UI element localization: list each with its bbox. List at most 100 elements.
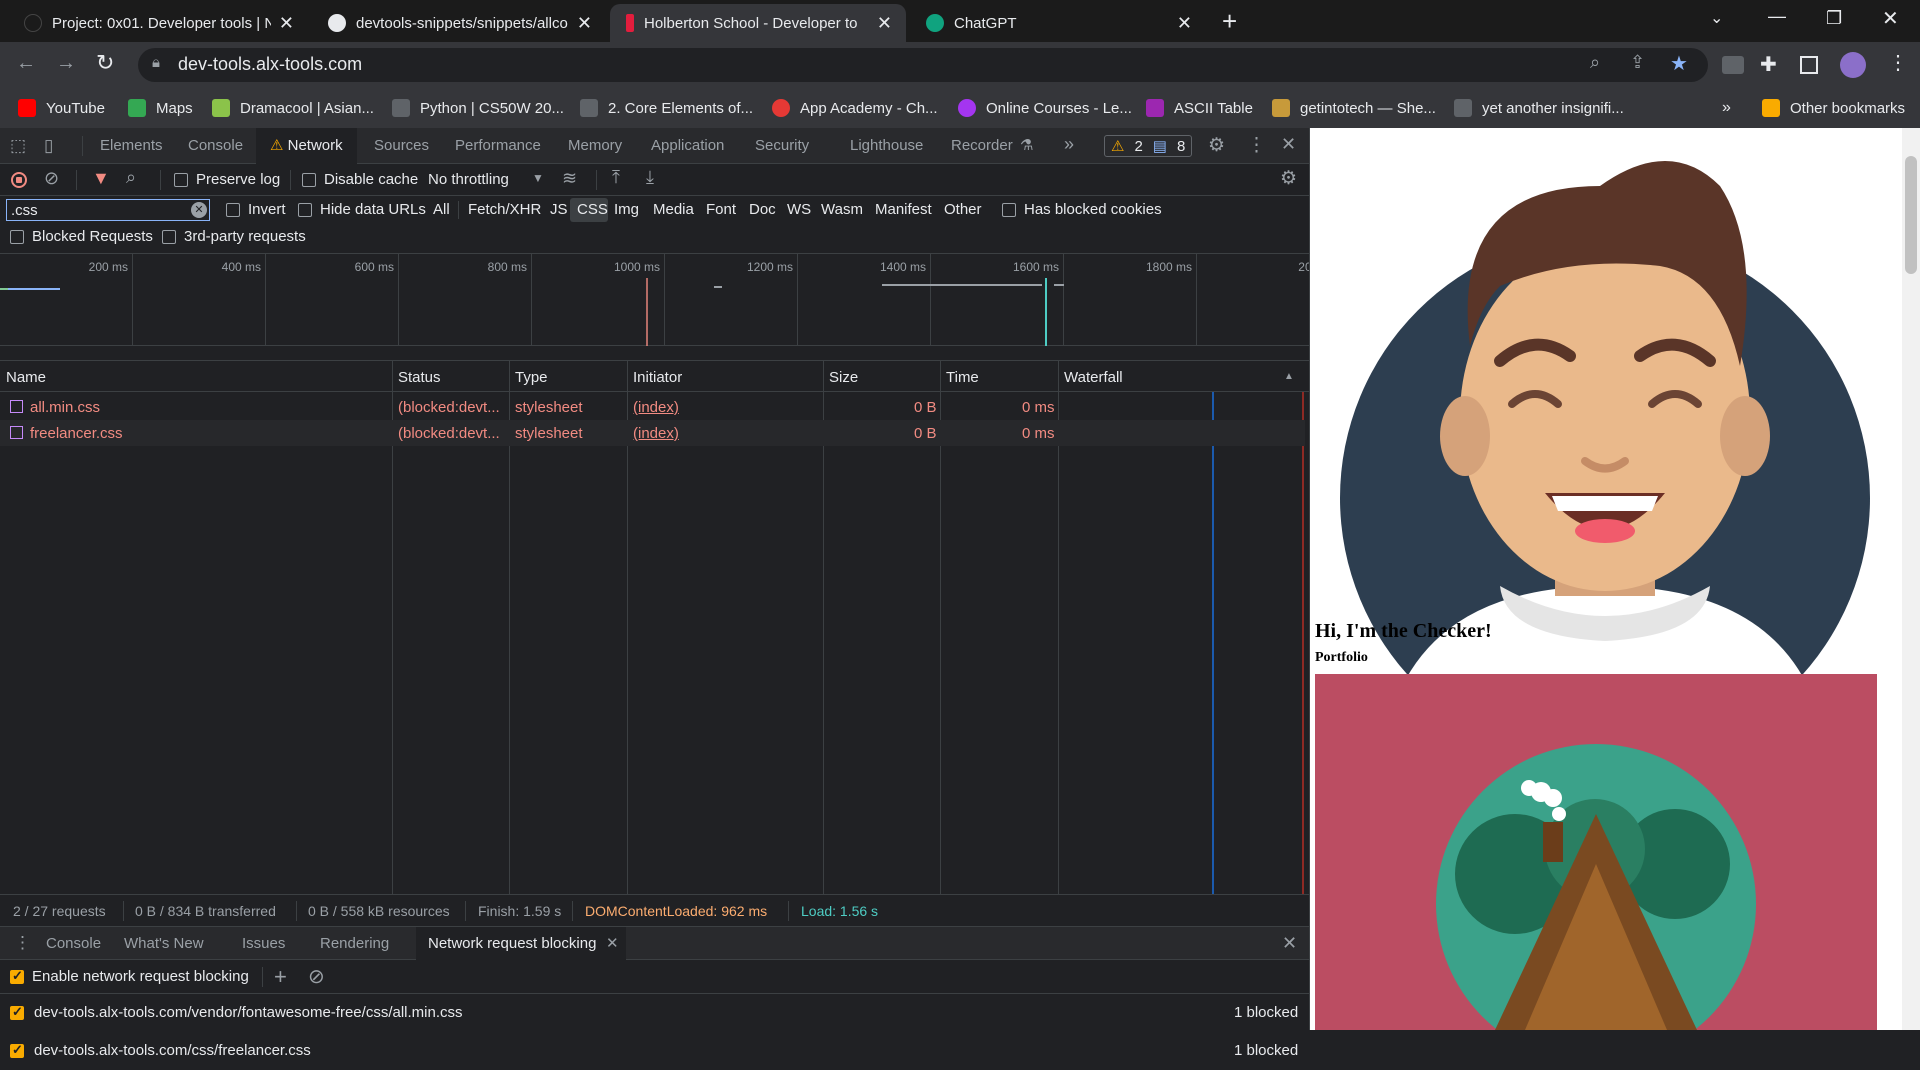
remove-all-patterns-icon[interactable]: ⊘ (308, 964, 325, 989)
page-scrollbar[interactable] (1902, 128, 1920, 1030)
bookmark-core[interactable]: 2. Core Elements of... (580, 88, 753, 128)
clear-filter-icon[interactable]: ✕ (191, 202, 207, 218)
add-pattern-icon[interactable]: + (274, 964, 287, 990)
request-initiator-link[interactable]: (index) (633, 399, 679, 416)
address-bar[interactable]: 🔒︎ dev-tools.alx-tools.com ⌕ ⇪ ★ (138, 48, 1708, 82)
network-settings-icon[interactable]: ⚙ (1280, 167, 1297, 190)
request-initiator-link[interactable]: (index) (633, 425, 679, 442)
filter-type-manifest[interactable]: Manifest (875, 201, 932, 218)
filter-type-css[interactable]: CSS (570, 198, 608, 222)
pattern-checkbox[interactable] (10, 1004, 24, 1020)
close-icon[interactable]: ✕ (877, 13, 892, 34)
tab-application[interactable]: Application (651, 128, 724, 164)
hide-data-urls-checkbox[interactable] (298, 203, 312, 217)
tab-elements[interactable]: Elements (100, 128, 163, 164)
browser-tab-active[interactable]: Holberton School - Developer to ✕ (610, 4, 906, 42)
new-tab-button[interactable]: + (1222, 6, 1237, 37)
search-icon[interactable]: ⌕ (126, 167, 136, 188)
minimize-button[interactable]: — (1768, 6, 1786, 27)
list-item[interactable]: dev-tools.alx-tools.com/css/freelancer.c… (0, 1032, 1310, 1070)
filter-input[interactable]: .css ✕ (6, 199, 210, 221)
column-initiator[interactable]: Initiator (633, 369, 682, 386)
filter-type-all[interactable]: All (433, 201, 450, 218)
column-waterfall[interactable]: Waterfall (1064, 369, 1123, 386)
filter-type-ws[interactable]: WS (787, 201, 811, 218)
clear-icon[interactable]: ⊘ (44, 168, 59, 189)
portfolio-image[interactable] (1315, 674, 1877, 1030)
preserve-log-checkbox[interactable] (174, 173, 188, 187)
third-party-checkbox[interactable] (162, 230, 176, 244)
tab-memory[interactable]: Memory (568, 128, 622, 164)
column-status[interactable]: Status (398, 369, 441, 386)
network-conditions-icon[interactable]: ≋ (562, 168, 577, 189)
column-time[interactable]: Time (946, 369, 979, 386)
timeline-overview[interactable]: 200 ms 400 ms 600 ms 800 ms 1000 ms 1200 ms 14… (0, 254, 1330, 346)
pattern-checkbox[interactable] (10, 1042, 24, 1058)
enable-blocking-checkbox[interactable] (10, 968, 24, 984)
chevron-down-icon[interactable]: ▼ (532, 171, 544, 185)
filter-type-other[interactable]: Other (944, 201, 982, 218)
blocked-requests-checkbox[interactable] (10, 230, 24, 244)
bookmark-maps[interactable]: Maps (128, 88, 193, 128)
disable-cache-checkbox[interactable] (302, 173, 316, 187)
bookmark-cs50[interactable]: Python | CS50W 20... (392, 88, 564, 128)
scrollbar-thumb[interactable] (1905, 156, 1917, 274)
tab-recorder[interactable]: Recorder (951, 128, 1013, 164)
drawer-tab-whats-new[interactable]: What's New (124, 935, 204, 952)
bookmarks-overflow-icon[interactable]: » (1722, 88, 1731, 128)
sort-ascending-icon[interactable]: ▲ (1284, 371, 1294, 382)
tab-security[interactable]: Security (755, 128, 809, 164)
drawer-menu-icon[interactable]: ⋮ (14, 933, 31, 953)
record-icon[interactable] (11, 172, 27, 188)
filter-type-media[interactable]: Media (653, 201, 694, 218)
window-close-button[interactable]: ✕ (1882, 6, 1899, 31)
restore-button[interactable]: ❐ (1826, 8, 1842, 29)
share-icon[interactable]: ⇪ (1630, 52, 1645, 73)
puzzle-icon[interactable]: ✚ (1760, 52, 1777, 77)
filter-icon[interactable]: ▼ (92, 168, 110, 189)
table-row[interactable]: freelancer.css (blocked:devt... styleshe… (0, 420, 1305, 446)
back-icon[interactable]: ← (16, 52, 36, 75)
bookmark-star-icon[interactable]: ★ (1670, 51, 1688, 76)
table-row[interactable]: all.min.css (blocked:devt... stylesheet … (0, 394, 1305, 420)
avatar[interactable] (1840, 52, 1866, 78)
settings-gear-icon[interactable]: ⚙ (1208, 134, 1225, 157)
bookmark-udemy[interactable]: Online Courses - Le... (958, 88, 1132, 128)
bookmark-other[interactable]: Other bookmarks (1762, 88, 1905, 128)
forward-icon[interactable]: → (56, 52, 76, 75)
device-toolbar-icon[interactable]: ▯ (44, 136, 53, 156)
bookmark-terminal[interactable]: yet another insignifi... (1454, 88, 1624, 128)
filter-type-doc[interactable]: Doc (749, 201, 776, 218)
bookmark-getintotech[interactable]: getintotech — She... (1272, 88, 1436, 128)
zoom-icon[interactable]: ⌕ (1590, 52, 1600, 73)
inspect-icon[interactable]: ⬚ (10, 136, 26, 156)
drawer-tab-rendering[interactable]: Rendering (320, 935, 389, 952)
tab-performance[interactable]: Performance (455, 128, 541, 164)
column-name[interactable]: Name (6, 369, 46, 386)
browser-tab[interactable]: Project: 0x01. Developer tools | N ✕ (8, 4, 308, 42)
bookmark-dramacool[interactable]: Dramacool | Asian... (212, 88, 374, 128)
reload-icon[interactable]: ↻ (96, 50, 114, 76)
filter-type-font[interactable]: Font (706, 201, 736, 218)
throttling-select[interactable]: No throttling (428, 171, 509, 188)
filter-type-js[interactable]: JS (550, 201, 568, 218)
side-panel-icon[interactable] (1800, 56, 1818, 74)
menu-icon[interactable]: ⋮ (1888, 50, 1908, 75)
list-item[interactable]: dev-tools.alx-tools.com/vendor/fontaweso… (0, 994, 1310, 1032)
close-drawer-icon[interactable]: ✕ (1282, 933, 1297, 954)
browser-tab[interactable]: ChatGPT ✕ (910, 4, 1206, 42)
extension-icon[interactable] (1722, 56, 1744, 74)
tab-search-icon[interactable]: ⌄ (1710, 8, 1723, 28)
more-options-icon[interactable]: ⋮ (1247, 134, 1266, 157)
drawer-tab-console[interactable]: Console (46, 935, 101, 952)
bookmark-ascii[interactable]: ASCII Table (1146, 88, 1253, 128)
invert-checkbox[interactable] (226, 203, 240, 217)
tab-lighthouse[interactable]: Lighthouse (850, 128, 923, 164)
close-icon[interactable]: ✕ (606, 934, 619, 952)
tab-sources[interactable]: Sources (374, 128, 429, 164)
bookmark-appacademy[interactable]: App Academy - Ch... (772, 88, 938, 128)
export-har-icon[interactable]: ⤓ (646, 167, 654, 188)
tab-console[interactable]: Console (188, 128, 243, 164)
tab-network[interactable]: ⚠ Network (256, 128, 357, 164)
issues-counter[interactable]: ⚠ 2 ▤ 8 (1104, 135, 1193, 157)
